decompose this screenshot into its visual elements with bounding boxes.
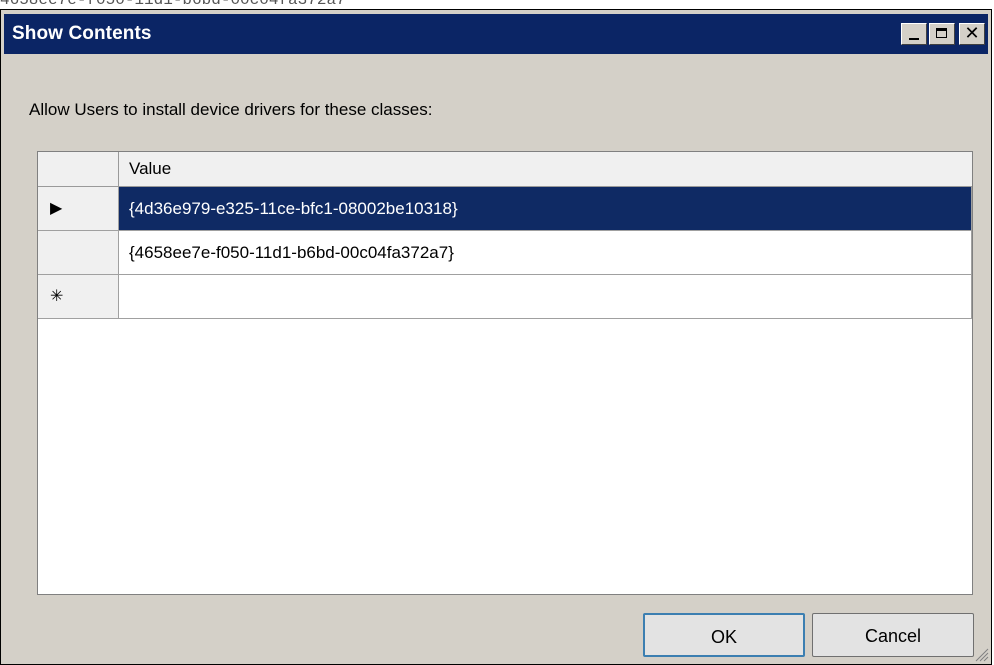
grid-header: Value xyxy=(38,152,972,187)
value-column-header[interactable]: Value xyxy=(119,152,972,186)
current-row-indicator-icon[interactable]: ▶ xyxy=(38,187,119,230)
minimize-button[interactable] xyxy=(901,23,927,45)
close-icon: ✕ xyxy=(964,23,980,44)
new-value-cell[interactable] xyxy=(119,275,972,318)
value-cell[interactable]: {4658ee7e-f050-11d1-b6bd-00c04fa372a7} xyxy=(119,231,972,274)
background-text: 4658ee7e-f050-11d1-b6bd-00c04fa372a7 xyxy=(0,0,346,9)
title-bar[interactable]: Show Contents ✕ xyxy=(4,14,988,54)
values-grid[interactable]: Value ▶ {4d36e979-e325-11ce-bfc1-08002be… xyxy=(37,151,973,595)
cancel-button[interactable]: Cancel xyxy=(812,613,974,657)
table-row-new[interactable]: ✳ xyxy=(38,275,972,319)
row-header-corner xyxy=(38,152,119,186)
close-button[interactable]: ✕ xyxy=(959,23,985,45)
resize-grip-icon[interactable] xyxy=(973,646,989,662)
table-row[interactable]: ▶ {4d36e979-e325-11ce-bfc1-08002be10318} xyxy=(38,187,972,231)
new-row-icon[interactable]: ✳ xyxy=(38,275,119,318)
ok-button[interactable]: OK xyxy=(643,613,805,657)
maximize-button[interactable] xyxy=(929,23,955,45)
value-cell[interactable]: {4d36e979-e325-11ce-bfc1-08002be10318} xyxy=(119,187,972,230)
instruction-label: Allow Users to install device drivers fo… xyxy=(29,100,433,119)
window-title: Show Contents xyxy=(12,23,152,44)
table-row[interactable]: {4658ee7e-f050-11d1-b6bd-00c04fa372a7} xyxy=(38,231,972,275)
show-contents-dialog: Show Contents ✕ Allow Users to install d… xyxy=(0,9,992,665)
row-header[interactable] xyxy=(38,231,119,274)
